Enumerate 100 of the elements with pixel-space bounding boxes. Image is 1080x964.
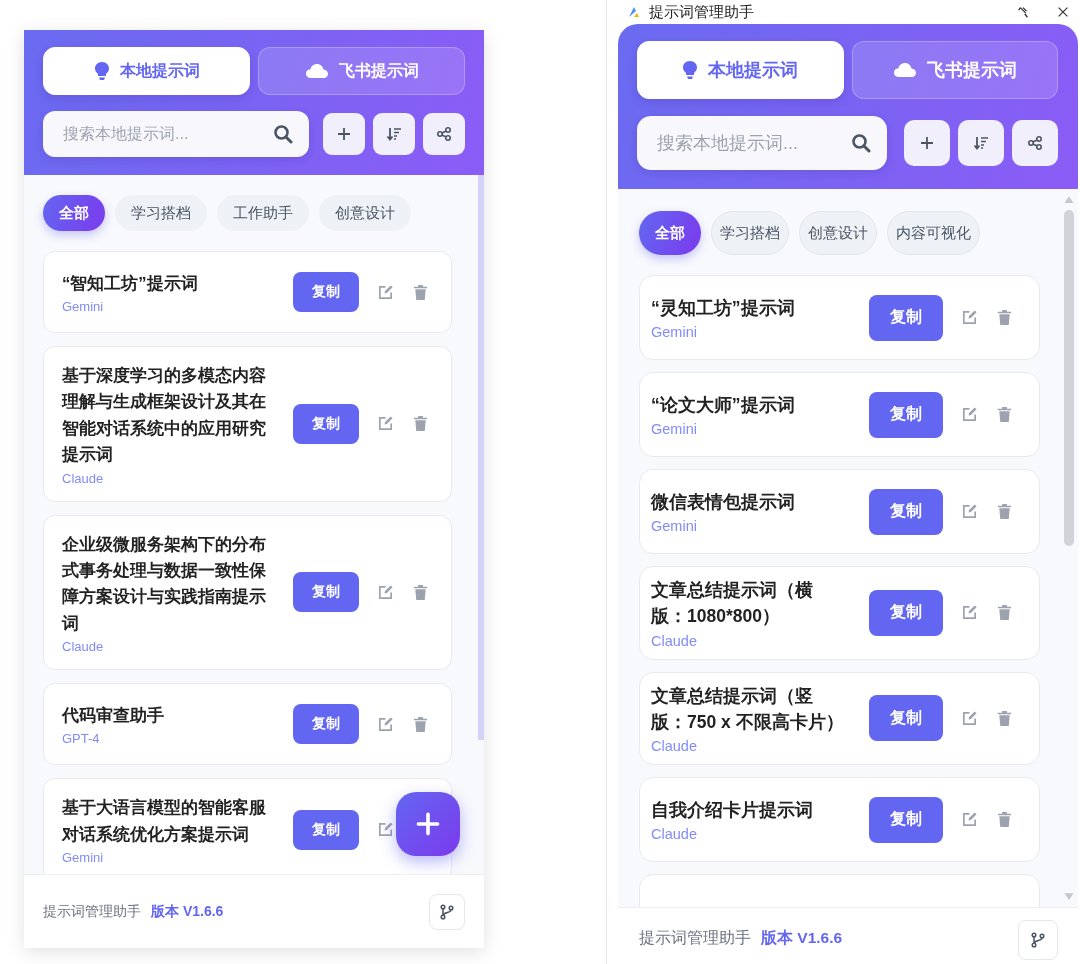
edit-icon[interactable]: [961, 709, 978, 727]
edit-icon[interactable]: [961, 406, 978, 423]
category-chip[interactable]: 内容可视化: [887, 211, 980, 255]
window-title: 提示词管理助手: [649, 2, 754, 22]
prompt-card[interactable]: “智知工坊”提示词 Gemini 复制: [43, 251, 452, 333]
prompt-title: 自我介绍卡片提示词: [651, 798, 814, 822]
prompt-card[interactable]: 自我介绍卡片提示词 Claude 复制: [639, 777, 1040, 862]
prompt-card[interactable]: 文章总结提示词（横版：1080*800） Claude 复制: [639, 566, 1040, 660]
model-label: Gemini: [651, 324, 698, 341]
copy-button[interactable]: 复制: [293, 572, 359, 613]
prompt-card[interactable]: “灵知工坊”提示词 Gemini 复制: [639, 275, 1040, 360]
copy-button[interactable]: 复制: [293, 809, 359, 850]
trash-icon[interactable]: [996, 406, 1013, 423]
edit-icon[interactable]: [377, 283, 394, 301]
version-label: 版本 V1.6.6: [761, 928, 843, 948]
share-icon: [1027, 135, 1043, 151]
sort-button[interactable]: [958, 120, 1004, 166]
lightbulb-icon: [682, 60, 699, 80]
copy-button[interactable]: 复制: [869, 391, 943, 438]
prompt-title: 基于大语言模型的智能客服对话系统优化方案提示词: [62, 797, 267, 845]
add-button[interactable]: [904, 120, 950, 166]
sort-button[interactable]: [373, 113, 415, 155]
app-logo-icon: [627, 5, 641, 19]
search-field[interactable]: 搜索本地提示词...: [43, 111, 309, 157]
add-button[interactable]: [323, 113, 365, 155]
prompt-card[interactable]: 微信表情包提示词 Gemini 复制: [639, 469, 1040, 554]
prompt-title: 企业级微服务架构下的分布式事务处理与数据一致性保障方案设计与实践指南提示词: [62, 533, 267, 634]
prompt-card[interactable]: 基于深度学习的多模态内容理解与生成框架设计及其在智能对话系统中的应用研究提示词 Claude 复制: [43, 346, 452, 502]
trash-icon[interactable]: [412, 283, 429, 301]
prompt-title: “灵知工坊”提示词: [651, 296, 796, 320]
edit-icon[interactable]: [377, 415, 394, 433]
category-chip[interactable]: 全部: [639, 211, 701, 255]
edit-icon[interactable]: [961, 503, 978, 520]
trash-icon[interactable]: [996, 811, 1013, 828]
trash-icon[interactable]: [996, 709, 1013, 727]
copy-button[interactable]: 复制: [869, 796, 943, 843]
pin-icon[interactable]: [1016, 5, 1030, 19]
copy-button[interactable]: 复制: [869, 589, 943, 636]
model-label: Gemini: [62, 849, 105, 865]
edit-icon[interactable]: [961, 811, 978, 828]
category-chip[interactable]: 学习搭档: [711, 211, 789, 255]
model-label: Claude: [651, 632, 698, 649]
category-chip[interactable]: 创意设计: [799, 211, 877, 255]
edit-icon[interactable]: [961, 604, 978, 622]
prompt-card[interactable]: 文章总结提示词（竖版：750 x 不限高卡片） Claude 复制: [639, 671, 1040, 765]
trash-icon[interactable]: [996, 604, 1013, 622]
app-name: 提示词管理助手: [43, 902, 141, 921]
plus-icon: [416, 812, 440, 836]
prompt-title: 代码审查助手: [62, 704, 165, 726]
branch-icon: [1030, 932, 1046, 948]
tab[interactable]: 本地提示词: [43, 47, 250, 95]
tab[interactable]: 本地提示词: [637, 41, 844, 99]
search-icon[interactable]: [851, 133, 871, 153]
edit-icon[interactable]: [377, 821, 394, 838]
trash-icon[interactable]: [412, 583, 429, 601]
category-chip[interactable]: 创意设计: [319, 195, 411, 231]
model-label: Gemini: [62, 299, 105, 315]
scroll-up-icon[interactable]: [1063, 195, 1075, 204]
add-floating-button[interactable]: [396, 792, 460, 856]
cloud-icon: [304, 63, 329, 79]
lightbulb-icon: [93, 61, 110, 81]
branch-button[interactable]: [429, 893, 465, 930]
sort-icon: [973, 135, 989, 151]
copy-button[interactable]: 复制: [869, 695, 943, 742]
trash-icon[interactable]: [412, 715, 429, 733]
edit-icon[interactable]: [377, 583, 394, 601]
branch-button[interactable]: [1018, 920, 1058, 960]
model-label: Claude: [62, 470, 105, 486]
copy-button[interactable]: 复制: [293, 403, 359, 444]
model-label: Claude: [651, 826, 698, 843]
prompt-card[interactable]: “论文大师”提示词 Gemini 复制: [639, 372, 1040, 457]
prompt-card[interactable]: 企业级微服务架构下的分布式事务处理与数据一致性保障方案设计与实践指南提示词 Claude 复制: [43, 514, 452, 671]
copy-button[interactable]: 复制: [869, 488, 943, 535]
trash-icon[interactable]: [996, 503, 1013, 520]
prompt-card[interactable]: 代码审查助手 GPT-4 复制: [43, 683, 452, 766]
category-chip[interactable]: 学习搭档: [115, 195, 207, 231]
scroll-down-icon[interactable]: [1063, 892, 1075, 901]
cloud-icon: [892, 62, 917, 78]
prompt-title: 基于深度学习的多模态内容理解与生成框架设计及其在智能对话系统中的应用研究提示词: [62, 365, 267, 466]
search-field[interactable]: 搜索本地提示词...: [637, 116, 887, 170]
prompt-title: 微信表情包提示词: [651, 490, 796, 514]
model-label: Gemini: [651, 421, 698, 438]
model-label: GPT-4: [62, 731, 101, 747]
copy-button[interactable]: 复制: [293, 704, 359, 745]
search-icon[interactable]: [273, 124, 293, 144]
copy-button[interactable]: 复制: [869, 294, 943, 341]
share-button[interactable]: [1012, 120, 1058, 166]
trash-icon[interactable]: [996, 309, 1013, 326]
copy-button[interactable]: 复制: [293, 272, 359, 312]
trash-icon[interactable]: [412, 415, 429, 433]
share-button[interactable]: [423, 113, 465, 155]
close-icon[interactable]: [1056, 5, 1070, 19]
scrollbar[interactable]: [478, 175, 484, 740]
app-name: 提示词管理助手: [639, 928, 751, 948]
model-label: Gemini: [651, 518, 698, 535]
category-chip[interactable]: 工作助手: [217, 195, 309, 231]
prompt-card[interactable]: 基于大语言模型的智能客服对话系统优化方案提示词 Gemini 复制: [43, 778, 452, 874]
edit-icon[interactable]: [961, 309, 978, 326]
category-chip[interactable]: 全部: [43, 195, 105, 231]
edit-icon[interactable]: [377, 715, 394, 733]
